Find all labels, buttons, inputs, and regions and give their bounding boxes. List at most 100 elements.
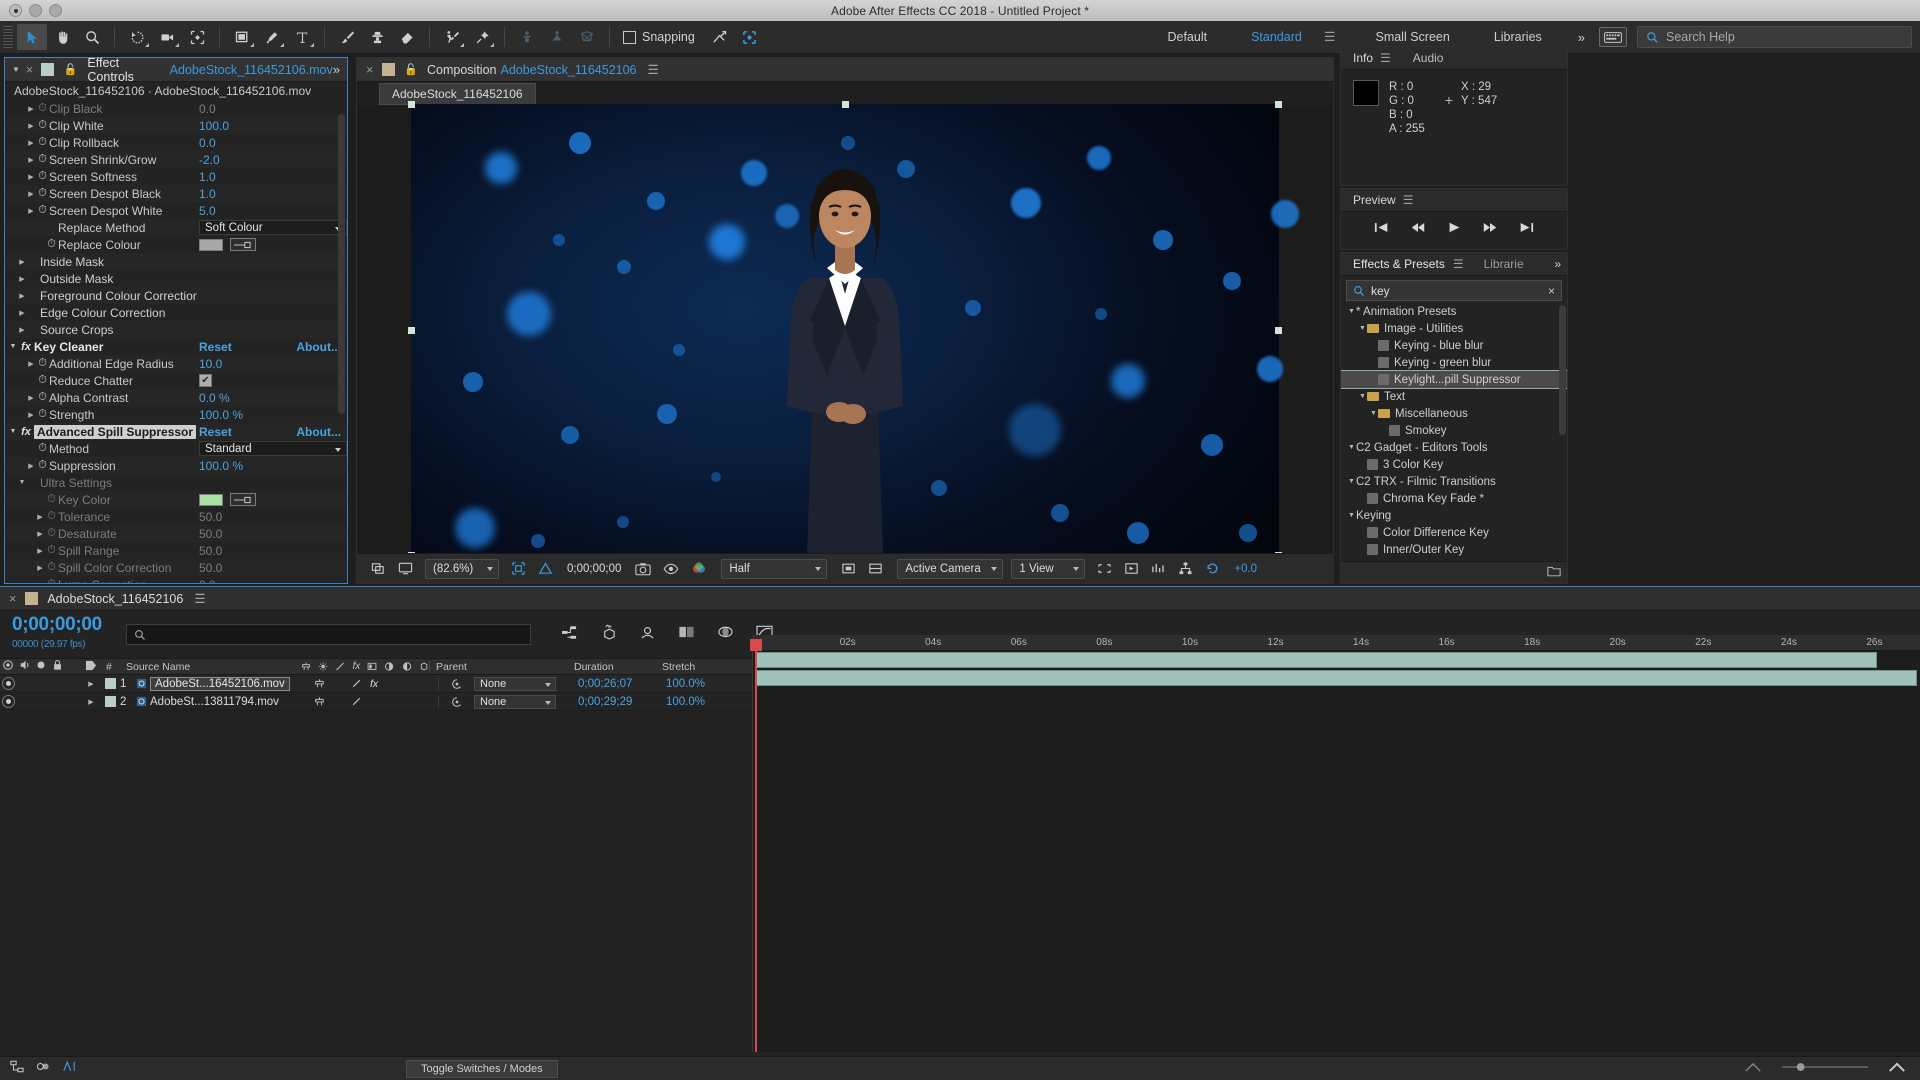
effect-property-row[interactable]: Replace Method Soft Colour <box>5 219 347 236</box>
workspace-small-screen[interactable]: Small Screen <box>1353 30 1471 44</box>
pixel-aspect-icon[interactable] <box>1091 558 1118 579</box>
camera-view-select[interactable]: Active Camera <box>897 558 1004 579</box>
effect-property-row[interactable]: ▶ Outside Mask <box>5 270 347 287</box>
motion-blur-footer-icon[interactable] <box>62 1060 76 1078</box>
effect-property-row[interactable]: ▶ ⏱ Screen Softness 1.0 <box>5 168 347 185</box>
timeline-ruler[interactable]: 02s 04s 06s 08s 10s 12s 14s 16s 18s 20s 22s 24s 26s <box>752 635 1920 651</box>
audio-toggle-header-icon[interactable] <box>16 659 33 674</box>
main-viewer-icon[interactable] <box>392 558 419 579</box>
timeline-tab[interactable]: × AdobeStock_116452106 ☰ <box>0 587 1920 611</box>
composition-toolbar[interactable]: (82.6%) 0;00;00;00 Half Active Camera 1 … <box>357 553 1333 583</box>
stopwatch-icon[interactable]: ⏱ <box>36 102 49 115</box>
layer-switches-header[interactable]: fx <box>301 661 429 672</box>
search-help-input[interactable]: Search Help <box>1637 26 1912 48</box>
timeline-current-time-group[interactable]: 0;00;00;00 00000 (29.97 fps) <box>0 614 102 655</box>
layer-visibility-toggle[interactable] <box>0 695 16 708</box>
layer-stretch[interactable]: 100.0% <box>666 696 726 708</box>
effect-property-row[interactable]: ▶ ⏱ Suppression 100.0 % <box>5 457 347 474</box>
effect-property-row[interactable]: ▶ ⏱ Screen Despot Black 1.0 <box>5 185 347 202</box>
timeline-footer[interactable]: Toggle Switches / Modes <box>0 1056 1920 1080</box>
expand-triangle-icon[interactable]: ▶ <box>26 360 36 368</box>
type-tool-icon[interactable] <box>287 24 317 50</box>
selection-handle[interactable] <box>842 100 849 108</box>
stopwatch-icon[interactable]: ⏱ <box>36 459 49 472</box>
selection-handle[interactable] <box>408 326 415 334</box>
effects-panel-footer[interactable] <box>1341 561 1567 583</box>
comp-flowchart-footer-icon[interactable] <box>10 1060 24 1078</box>
layer-switches[interactable]: fx <box>310 678 438 690</box>
align-snap-icon[interactable] <box>705 24 735 50</box>
clear-search-icon[interactable]: × <box>1548 284 1555 298</box>
layer-duration[interactable]: 0;00;26;07 <box>578 678 666 690</box>
fast-previews-icon[interactable] <box>1118 558 1145 579</box>
effect-property-row[interactable]: ▶ ⏱ Clip Rollback 0.0 <box>5 134 347 151</box>
property-value[interactable]: 1.0 <box>197 170 347 184</box>
label-column-header-icon[interactable] <box>80 660 102 674</box>
workspace-default[interactable]: Default <box>1145 30 1229 44</box>
composition-stage[interactable] <box>408 100 1299 559</box>
effect-property-row[interactable]: ▼ fx Key Cleaner Reset About... <box>5 338 347 355</box>
panel-overflow-icon[interactable]: » <box>333 62 340 77</box>
property-dropdown[interactable]: Soft Colour <box>199 220 347 235</box>
breadcrumb-item[interactable]: AdobeStock_116452106 <box>379 83 536 105</box>
source-name-header[interactable]: Source Name <box>126 661 301 673</box>
info-panel[interactable]: Info ☰ Audio R : 0 G : 0 B : 0 A : 255 +… <box>1340 46 1568 186</box>
lock-icon[interactable]: 🔓 <box>404 63 418 76</box>
property-value[interactable]: Standard <box>197 441 347 456</box>
toggle-masks-icon[interactable] <box>862 558 889 579</box>
layer-switches[interactable] <box>310 696 438 707</box>
next-frame-icon[interactable] <box>1482 221 1498 237</box>
effects-menu-icon[interactable]: ☰ <box>1453 257 1464 271</box>
tab-info[interactable]: Info <box>1353 51 1373 65</box>
expand-triangle-icon[interactable]: ▶ <box>17 258 27 266</box>
selection-handle[interactable] <box>1275 326 1282 334</box>
property-value[interactable]: 1.0 <box>197 187 347 201</box>
expand-triangle-icon[interactable]: ▼ <box>1347 478 1356 485</box>
play-icon[interactable] <box>1446 221 1462 237</box>
info-panel-tabs[interactable]: Info ☰ Audio <box>1341 47 1567 70</box>
effect-property-row[interactable]: ▶ ⏱ Additional Edge Radius 10.0 <box>5 355 347 372</box>
stopwatch-icon[interactable]: ⏱ <box>36 119 49 132</box>
keyboard-shortcuts-icon[interactable] <box>1599 27 1627 47</box>
expand-triangle-icon[interactable]: ▶ <box>26 156 36 164</box>
zoom-out-timeline-icon[interactable] <box>1744 1060 1762 1078</box>
effect-property-row[interactable]: ▶ ⏱ Desaturate 50.0 <box>5 525 347 542</box>
preview-panel-tab[interactable]: Preview ☰ <box>1341 189 1567 212</box>
effect-list-item[interactable]: Keying - green blur <box>1341 354 1567 371</box>
effect-list-item[interactable]: Keylight...pill Suppressor <box>1341 370 1567 389</box>
expand-triangle-icon[interactable]: ▼ <box>1347 308 1356 315</box>
effect-folder-item[interactable]: ▼ * Animation Presets <box>1341 303 1567 320</box>
expand-triangle-icon[interactable]: ▼ <box>1347 512 1356 519</box>
workspace-menu-icon[interactable]: ☰ <box>1324 29 1354 45</box>
hide-shy-layers-icon[interactable] <box>639 625 656 644</box>
stopwatch-icon[interactable]: ⏱ <box>36 391 49 404</box>
layer-duration-bar[interactable] <box>755 652 1878 668</box>
effect-property-row[interactable]: ⏱ Method Standard <box>5 440 347 457</box>
property-value[interactable]: 50.0 <box>197 510 347 524</box>
expand-triangle-icon[interactable]: ▼ <box>8 343 18 350</box>
effect-list-item[interactable]: 3 Color Key <box>1341 456 1567 473</box>
pan-behind-tool-icon[interactable] <box>182 24 212 50</box>
stopwatch-icon[interactable]: ⏱ <box>45 578 58 583</box>
property-value[interactable]: 0.0 <box>197 578 347 584</box>
effect-property-row[interactable]: ⏱ Key Color <box>5 491 347 508</box>
expand-triangle-icon[interactable]: ▼ <box>1358 393 1367 400</box>
workspace-libraries[interactable]: Libraries <box>1472 30 1564 44</box>
layer-parent-select[interactable]: None <box>474 676 578 691</box>
effect-property-row[interactable]: ▶ Foreground Colour Correction <box>5 287 347 304</box>
layer-label-color[interactable] <box>102 696 118 707</box>
zoom-level-select[interactable]: (82.6%) <box>425 558 499 579</box>
tab-audio[interactable]: Audio <box>1413 51 1444 65</box>
effects-panel-tabs[interactable]: Effects & Presets ☰ Librarie » <box>1341 253 1567 276</box>
expand-triangle-icon[interactable]: ▼ <box>1369 410 1378 417</box>
playhead[interactable] <box>750 639 762 1052</box>
property-value[interactable]: 0.0 <box>197 136 347 150</box>
expand-triangle-icon[interactable]: ▼ <box>8 428 18 435</box>
effect-property-row[interactable]: ⏱ Replace Colour <box>5 236 347 253</box>
expand-triangle-icon[interactable]: ▶ <box>26 105 36 113</box>
close-icon[interactable]: × <box>26 63 33 77</box>
views-select[interactable]: 1 View <box>1011 558 1086 579</box>
effect-property-row[interactable]: ▶ ⏱ Clip Black 0.0 <box>5 100 347 117</box>
expand-triangle-icon[interactable]: ▶ <box>26 122 36 130</box>
selection-handle[interactable] <box>1275 100 1282 108</box>
